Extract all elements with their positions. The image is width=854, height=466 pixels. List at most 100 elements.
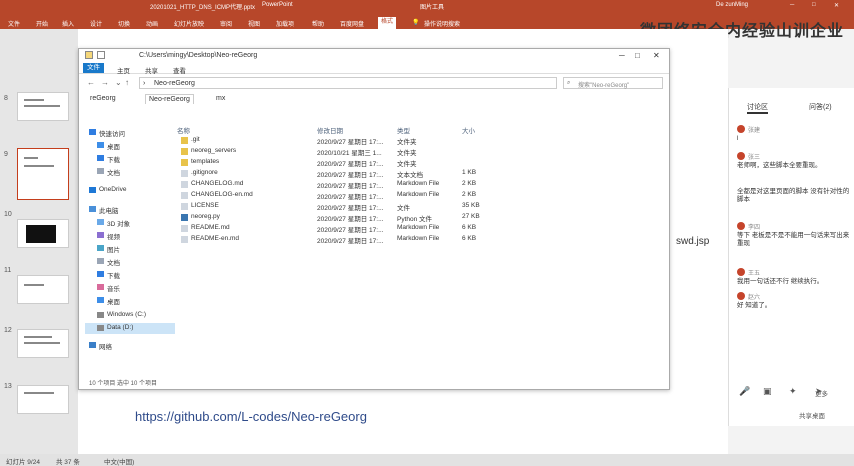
sidebar-item[interactable]: Windows (C:): [85, 310, 175, 321]
sidebar-item[interactable]: 下载: [85, 153, 175, 164]
close-icon[interactable]: ✕: [834, 2, 839, 9]
tab-format[interactable]: 格式: [378, 17, 397, 29]
user-name[interactable]: De zunMing: [716, 2, 748, 8]
file-icon: [181, 192, 188, 199]
message-text: 我用一句话还不行 继续执行。: [737, 278, 824, 285]
folder-icon: [181, 159, 188, 166]
file-row[interactable]: CHANGELOG.md 2020/9/27 星期日 17:... Markdown…: [177, 179, 517, 190]
close-icon[interactable]: ✕: [653, 51, 660, 60]
gift-icon[interactable]: ✦: [789, 386, 797, 397]
search-input[interactable]: ⌕ 搜索"Neo-reGeorg": [563, 77, 663, 89]
sidebar-item[interactable]: 视频: [85, 230, 175, 241]
sidebar-item[interactable]: 3D 对象: [85, 217, 175, 228]
properties-icon[interactable]: [97, 51, 105, 59]
file-name: CHANGELOG-en.md: [191, 191, 253, 198]
slide-thumbnail[interactable]: [17, 385, 69, 414]
tab-discussion[interactable]: 讨论区: [747, 102, 768, 114]
sidebar-item-label: 文档: [107, 260, 120, 267]
file-row[interactable]: templates 2020/9/27 星期日 17:... 文件夹: [177, 157, 517, 168]
chat-panel: 讨论区 问答(2) 张建 l 张三 老师啊，这些脚本全要重现。 全都是对这里页面的脚本 …: [728, 88, 854, 426]
file-row[interactable]: LICENSE 2020/9/27 星期日 17:... 文件 35 KB: [177, 201, 517, 212]
tab-transitions[interactable]: 切换: [118, 19, 130, 28]
file-row[interactable]: neoreg.py 2020/9/27 星期日 17:... Python 文件 27…: [177, 212, 517, 223]
maximize-icon[interactable]: □: [635, 51, 640, 60]
slide-thumbnail[interactable]: [17, 329, 69, 358]
tab-qa[interactable]: 问答(2): [809, 102, 832, 112]
file-row[interactable]: .gitignore 2020/9/27 星期日 17:... 文本文档 1 KB: [177, 168, 517, 179]
tab-design[interactable]: 设计: [90, 19, 102, 28]
file-size: 6 KB: [462, 235, 477, 242]
tab-help[interactable]: 帮助: [312, 19, 324, 28]
slide-thumbnail-selected[interactable]: [17, 148, 69, 200]
tab-neo-regeorg[interactable]: Neo-reGeorg: [145, 94, 194, 104]
ribbon-tab-view[interactable]: 查看: [173, 65, 186, 75]
tab-home[interactable]: 开始: [36, 19, 48, 28]
tab-addins[interactable]: 加载项: [276, 19, 294, 28]
sidebar-item[interactable]: 文档: [85, 256, 175, 267]
tell-me-search[interactable]: 操作说明搜索: [424, 19, 460, 28]
message-text: 等下 老板是不是不能用一句话来写出来重现: [737, 232, 850, 247]
slide-thumbnail[interactable]: [17, 92, 69, 121]
file-row[interactable]: README-en.md 2020/9/27 星期日 17:... Markdown…: [177, 234, 517, 245]
message-author: 张三: [748, 155, 761, 161]
sidebar-item[interactable]: 桌面: [85, 140, 175, 151]
folder-tabs: reGeorg Neo-reGeorg mx: [79, 92, 669, 105]
tools-label: 图片工具: [420, 5, 445, 11]
tab-view[interactable]: 视图: [248, 19, 260, 28]
ribbon-tab-share[interactable]: 共享: [145, 65, 158, 75]
ribbon-tab-file[interactable]: 文件: [83, 63, 104, 73]
back-icon[interactable]: ←: [87, 78, 95, 87]
share-desktop-label[interactable]: 共享桌面: [799, 410, 825, 420]
ribbon-tab-home[interactable]: 主页: [117, 65, 130, 75]
more-button[interactable]: 更多: [815, 388, 828, 398]
column-size[interactable]: 大小: [462, 125, 475, 135]
file-name: .gitignore: [191, 169, 218, 176]
sidebar-item[interactable]: 文档: [85, 166, 175, 177]
file-row[interactable]: neoreg_servers 2020/10/21 星期三 1... 文件夹: [177, 146, 517, 157]
file-name: CHANGELOG.md: [191, 180, 244, 187]
sidebar-item[interactable]: 此电脑: [85, 204, 175, 215]
explorer-ribbon: 文件 主页 共享 查看: [79, 62, 669, 75]
sidebar-item[interactable]: 快速访问: [85, 127, 175, 138]
tab-insert[interactable]: 插入: [62, 19, 74, 28]
file-date: 2020/9/27 星期日 17:...: [317, 172, 384, 179]
tab-regeorg[interactable]: reGeorg: [87, 94, 119, 103]
sidebar-item[interactable]: 网络: [85, 340, 175, 351]
up-icon[interactable]: ↑: [125, 78, 129, 87]
avatar: [737, 292, 745, 300]
tab-animations[interactable]: 动画: [146, 19, 158, 28]
tab-slideshow[interactable]: 幻灯片放映: [174, 19, 204, 28]
document-icon: [97, 258, 104, 264]
sidebar-item[interactable]: 图片: [85, 243, 175, 254]
file-row[interactable]: CHANGELOG-en.md 2020/9/27 星期日 17:... Markd…: [177, 190, 517, 201]
column-date[interactable]: 修改日期: [317, 125, 343, 135]
file-row[interactable]: .git 2020/9/27 星期日 17:... 文件夹: [177, 135, 517, 146]
column-type[interactable]: 类型: [397, 125, 410, 135]
tab-baidu[interactable]: 百度网盘: [340, 19, 364, 28]
image-icon[interactable]: ▣: [763, 386, 772, 397]
tab-file[interactable]: 文件: [8, 19, 20, 28]
file-row[interactable]: README.md 2020/9/27 星期日 17:... Markdown Fi…: [177, 223, 517, 234]
mic-icon[interactable]: 🎤: [739, 386, 750, 397]
tab-mx[interactable]: mx: [213, 94, 228, 103]
forward-icon[interactable]: →: [101, 78, 109, 87]
sidebar-item[interactable]: 桌面: [85, 295, 175, 306]
chat-message: 李四 等下 老板是不是不能用一句话来写出来重现: [737, 222, 851, 247]
minimize-icon[interactable]: ─: [790, 2, 794, 8]
slide-thumbnail[interactable]: [17, 219, 69, 248]
chat-message: 全都是对这里页面的脚本 没有针对性的脚本: [737, 188, 851, 212]
maximize-icon[interactable]: □: [812, 2, 816, 8]
status-text: 10 个项目 选中 10 个项目: [89, 381, 158, 387]
tab-review[interactable]: 审阅: [220, 19, 232, 28]
sidebar-item[interactable]: OneDrive: [85, 185, 175, 196]
chevron-down-icon[interactable]: ⌄: [115, 78, 122, 87]
sidebar-item[interactable]: 音乐: [85, 282, 175, 293]
address-bar[interactable]: › Neo-reGeorg: [139, 77, 557, 89]
sidebar-item[interactable]: 下载: [85, 269, 175, 280]
sidebar-item[interactable]: Data (D:): [85, 323, 175, 334]
slide-thumbnail[interactable]: [17, 275, 69, 304]
item-count: 共 37 条: [56, 459, 80, 466]
avatar: [737, 222, 745, 230]
column-name[interactable]: 名称: [177, 125, 190, 135]
minimize-icon[interactable]: ─: [619, 51, 625, 60]
